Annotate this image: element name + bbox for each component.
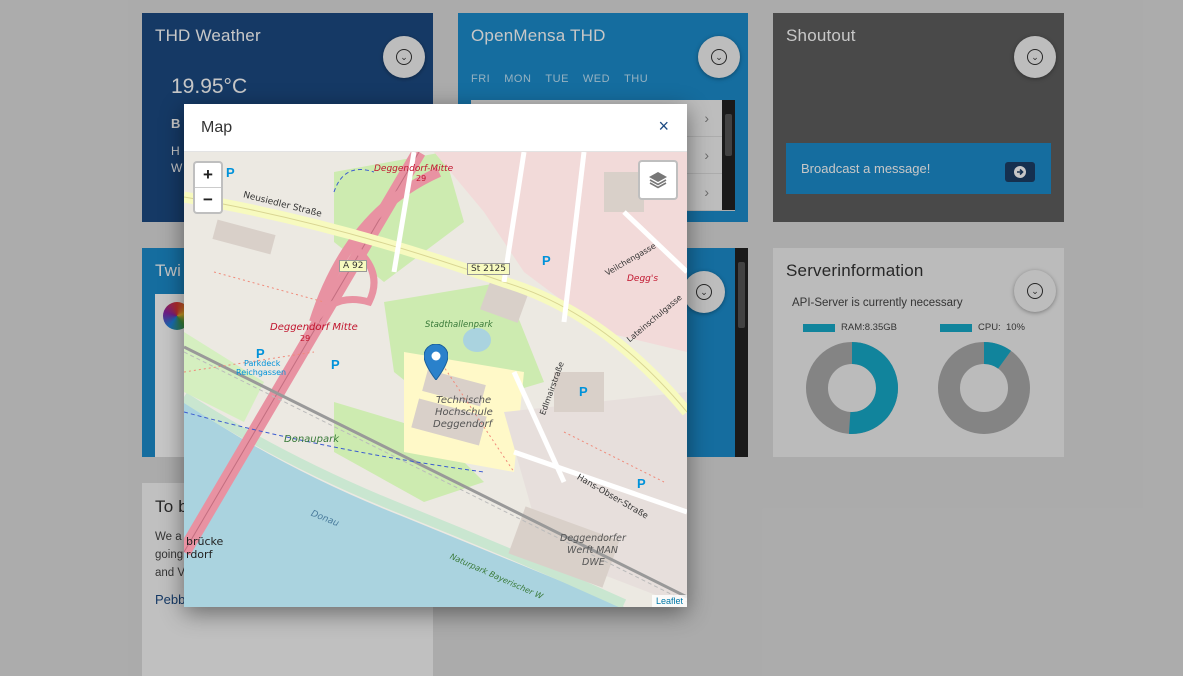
map-label: St 2125 bbox=[467, 263, 511, 275]
map-label: 29 bbox=[416, 174, 427, 183]
map-label: Degg's bbox=[627, 274, 659, 284]
map-label: Hochschule bbox=[435, 407, 493, 418]
map-label: Lateinschulgasse bbox=[625, 292, 684, 345]
map-modal: Map × P P P P P P Deggendorf-Mitte 29 Ne… bbox=[184, 104, 687, 607]
map-label: Veilchengasse bbox=[603, 241, 658, 278]
layers-icon bbox=[649, 172, 667, 189]
modal-title: Map bbox=[201, 119, 233, 136]
map-label: Deggendorf bbox=[433, 419, 493, 430]
map-label: Technische bbox=[436, 395, 492, 406]
zoom-in-button[interactable]: + bbox=[195, 163, 221, 188]
map-label: Deggendorfer bbox=[560, 533, 626, 544]
map-view[interactable]: P P P P P P Deggendorf-Mitte 29 Neusiedl… bbox=[184, 152, 687, 607]
layers-button[interactable] bbox=[638, 160, 678, 200]
map-label: A 92 bbox=[339, 260, 368, 272]
map-label: 29 bbox=[300, 334, 311, 343]
zoom-out-button[interactable]: − bbox=[195, 188, 221, 212]
map-label: Stadthallenpark bbox=[425, 320, 493, 330]
map-label: rdorf bbox=[186, 548, 213, 561]
map-label: DWE bbox=[582, 557, 605, 568]
map-label: Edlmairstraße bbox=[538, 360, 566, 417]
map-label: Donaupark bbox=[284, 434, 339, 445]
map-label: Neusiedler Straße bbox=[241, 190, 323, 220]
map-label: Deggendorf Mitte bbox=[270, 322, 358, 333]
map-label: Donau bbox=[309, 508, 341, 530]
map-label: brücke bbox=[186, 535, 224, 548]
map-label: Werft MAN bbox=[567, 545, 619, 556]
location-pin-icon[interactable] bbox=[424, 344, 448, 380]
map-label: Deggendorf-Mitte bbox=[374, 164, 454, 174]
modal-header: Map × bbox=[184, 104, 687, 152]
map-label: Parkdeck bbox=[244, 359, 281, 368]
zoom-control: + − bbox=[193, 161, 223, 214]
map-label: Reichgassen bbox=[236, 368, 287, 377]
map-label: Naturpark Bayerischer W bbox=[448, 551, 545, 602]
map-label: Hans-Obser-Straße bbox=[574, 472, 650, 522]
close-icon[interactable]: × bbox=[658, 116, 669, 137]
leaflet-attribution-link[interactable]: Leaflet bbox=[651, 595, 687, 607]
